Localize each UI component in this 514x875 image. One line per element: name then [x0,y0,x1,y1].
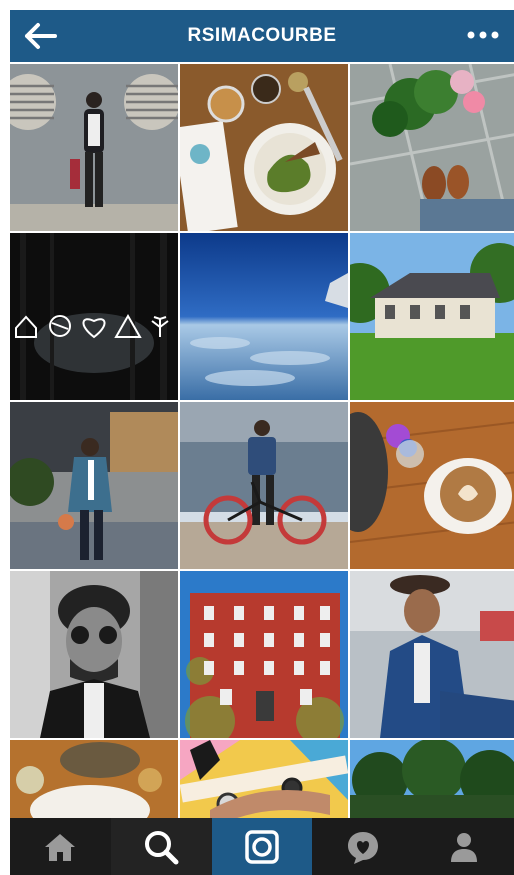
photo-tile-man-on-street[interactable] [10,402,178,569]
photo-tile-restaurant-plate[interactable] [180,64,348,231]
photo-tile-man-by-wall-vents[interactable] [10,64,178,231]
tab-camera[interactable] [211,818,313,875]
photo-tile-coffee-and-flowers[interactable] [350,402,514,569]
search-icon [145,830,179,864]
photo-tile-airplane-view[interactable] [180,233,348,400]
tab-activity[interactable] [312,818,413,875]
photo-tile-man-with-sunglasses[interactable] [10,571,178,738]
top-navigation-bar: RSIMACOURBE [10,10,514,62]
tab-home[interactable] [10,818,111,875]
photo-tile-man-in-blue-suit[interactable] [350,571,514,738]
tab-search[interactable] [110,818,212,875]
back-arrow-icon[interactable] [24,22,58,50]
photo-tile-hands-with-watches[interactable] [180,740,348,818]
tab-profile[interactable] [413,818,514,875]
photo-tile-trees-and-sky[interactable] [350,740,514,818]
bottom-tab-bar [10,818,514,875]
photo-tile-man-with-bicycle[interactable] [180,402,348,569]
more-dots-icon[interactable] [466,28,500,42]
photo-grid [10,64,514,818]
profile-icon [450,832,477,862]
photo-tile-dark-forest[interactable] [10,233,178,400]
page-title: RSIMACOURBE [187,25,337,46]
photo-tile-flowers-and-shoes[interactable] [350,64,514,231]
photo-tile-ivy-building[interactable] [180,571,348,738]
home-icon [45,833,76,861]
camera-icon [245,829,279,864]
photo-tile-house-and-lawn[interactable] [350,233,514,400]
photo-tile-table-with-food[interactable] [10,740,178,818]
heart-bubble-icon [347,831,378,864]
